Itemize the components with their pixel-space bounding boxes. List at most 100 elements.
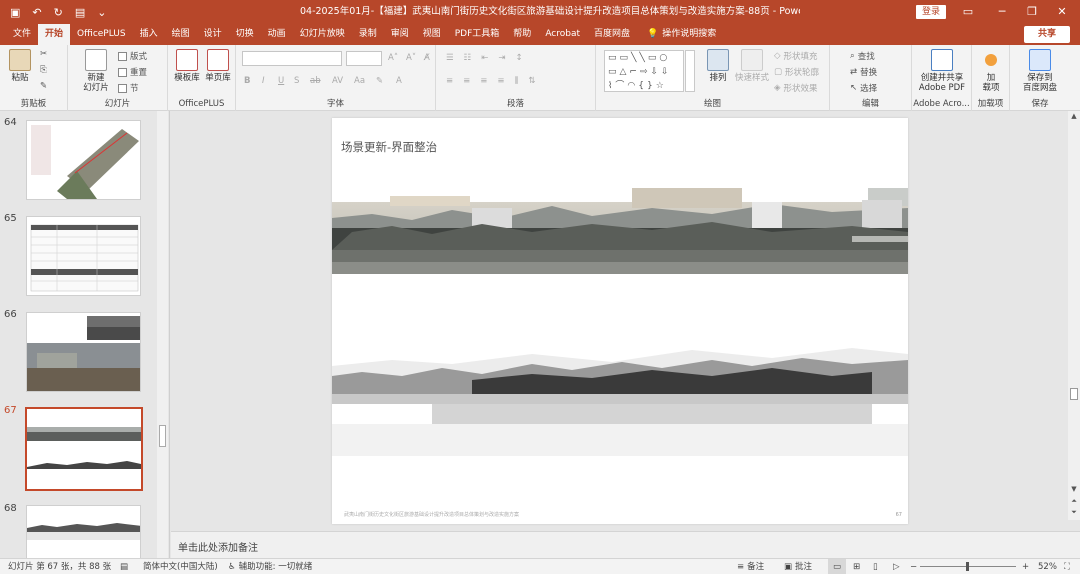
undo-icon[interactable]: ↶: [32, 7, 41, 18]
notes-toggle[interactable]: ≡ 备注: [737, 559, 764, 574]
addins-button[interactable]: 加 载项: [976, 49, 1006, 93]
shape-effects-button[interactable]: ◈ 形状效果: [774, 82, 818, 94]
tab-11[interactable]: 视图: [416, 24, 448, 45]
accessibility-status[interactable]: ♿ 辅助功能: 一切就绪: [228, 559, 312, 574]
bullets-icon[interactable]: ☰: [446, 53, 454, 63]
tab-4[interactable]: 绘图: [165, 24, 197, 45]
zoom-out-icon[interactable]: −: [910, 559, 917, 574]
tab-14[interactable]: Acrobat: [538, 24, 587, 45]
replace-button[interactable]: ⇄ 替换: [850, 66, 877, 78]
template-library-button[interactable]: 模板库: [172, 49, 202, 83]
restore-button[interactable]: ❐: [1018, 0, 1046, 24]
thumbnail-scrollbar[interactable]: [157, 111, 168, 558]
select-button[interactable]: ↖ 选择: [850, 82, 877, 94]
shape-outline-button[interactable]: ▢ 形状轮廓: [774, 66, 819, 78]
notes-pane[interactable]: 单击此处添加备注: [171, 531, 1080, 558]
minimize-button[interactable]: ─: [988, 0, 1016, 24]
slide-thumbnail[interactable]: [26, 505, 141, 558]
char-spacing-icon[interactable]: AV: [332, 76, 343, 86]
customize-qat-icon[interactable]: ⌄: [97, 7, 106, 18]
format-painter-icon[interactable]: ✎: [40, 81, 47, 91]
zoom-level[interactable]: 52%: [1038, 559, 1057, 574]
tab-5[interactable]: 设计: [197, 24, 229, 45]
normal-view-icon[interactable]: ▭: [828, 559, 847, 574]
next-slide-icon[interactable]: ⏷: [1068, 507, 1080, 517]
reset-button[interactable]: 重置: [118, 66, 147, 78]
line-spacing-icon[interactable]: ↕: [516, 53, 523, 63]
redo-icon[interactable]: ↻: [54, 7, 63, 18]
shadow-icon[interactable]: S: [294, 76, 299, 86]
ribbon-display-options-icon[interactable]: ▭: [954, 0, 982, 24]
font-color-icon[interactable]: A: [396, 76, 402, 86]
save-icon[interactable]: ▣: [10, 7, 20, 18]
find-button[interactable]: ⌕ 查找: [850, 50, 875, 62]
cut-icon[interactable]: ✂: [40, 49, 47, 59]
language-indicator[interactable]: 简体中文(中国大陆): [143, 559, 218, 574]
align-center-icon[interactable]: ≡: [463, 76, 470, 86]
font-size-input[interactable]: [346, 51, 382, 66]
editor-scroll-thumb[interactable]: [1070, 388, 1078, 400]
slideshow-icon[interactable]: ▷: [893, 559, 900, 574]
tab-9[interactable]: 录制: [352, 24, 384, 45]
align-right-icon[interactable]: ≡: [480, 76, 487, 86]
zoom-in-icon[interactable]: +: [1022, 559, 1029, 574]
increase-font-icon[interactable]: A˄: [388, 53, 398, 63]
slide-thumbnail[interactable]: [26, 312, 141, 392]
tab-7[interactable]: 动画: [261, 24, 293, 45]
single-page-library-button[interactable]: 单页库: [203, 49, 233, 83]
strikethrough-icon[interactable]: ab: [310, 76, 321, 86]
shapes-gallery-scroll[interactable]: [685, 50, 695, 92]
decrease-font-icon[interactable]: A˅: [406, 53, 416, 63]
quick-styles-button[interactable]: 快速样式: [734, 49, 770, 83]
slide-thumbnail-active[interactable]: [25, 407, 143, 491]
arrange-button[interactable]: 排列: [704, 49, 732, 83]
numbering-icon[interactable]: ☷: [464, 53, 472, 63]
new-slide-button[interactable]: 新建 幻灯片: [76, 49, 116, 93]
italic-icon[interactable]: I: [262, 76, 265, 86]
slide-sorter-icon[interactable]: ⊞: [853, 559, 860, 574]
reading-view-icon[interactable]: ▯: [873, 559, 878, 574]
current-slide[interactable]: 场景更新-界面整治 武夷山南门街历史文化街区旅游基础设计提升改造项目总体策划与改…: [332, 118, 908, 524]
tab-8[interactable]: 幻灯片放映: [293, 24, 352, 45]
justify-icon[interactable]: ≡: [497, 76, 504, 86]
zoom-slider-knob[interactable]: [966, 562, 969, 571]
layout-button[interactable]: 版式: [118, 50, 147, 62]
notes-placeholder[interactable]: 单击此处添加备注: [178, 539, 258, 554]
thumbnail-scroll-thumb[interactable]: [159, 425, 166, 447]
fit-to-window-icon[interactable]: ⛶: [1064, 559, 1070, 574]
tab-1[interactable]: 开始: [38, 24, 71, 45]
previous-slide-icon[interactable]: ⏶: [1068, 496, 1080, 506]
decrease-indent-icon[interactable]: ⇤: [481, 53, 488, 63]
comments-toggle[interactable]: ▣ 批注: [784, 559, 812, 574]
copy-icon[interactable]: ⎘: [40, 65, 47, 75]
shapes-gallery[interactable]: ▭▭╲╲▭○ ▭△⌐⇨⇩⇩ ⌇⌒◠{}☆: [604, 50, 684, 92]
font-name-input[interactable]: [242, 51, 342, 66]
slide-thumbnail[interactable]: [26, 120, 141, 200]
bold-icon[interactable]: B: [244, 76, 250, 86]
spellcheck-icon[interactable]: ▤: [120, 559, 128, 574]
columns-icon[interactable]: ⫼: [515, 76, 519, 86]
change-case-icon[interactable]: Aa: [354, 76, 365, 86]
tab-3[interactable]: 插入: [133, 24, 165, 45]
align-left-icon[interactable]: ≡: [446, 76, 453, 86]
scroll-down-icon[interactable]: ▼: [1068, 484, 1080, 494]
scroll-up-icon[interactable]: ▲: [1068, 111, 1080, 121]
start-from-beginning-icon[interactable]: ▤: [75, 7, 85, 18]
create-share-pdf-button[interactable]: 创建并共享 Adobe PDF: [914, 49, 970, 93]
save-to-baidu-button[interactable]: 保存到 百度网盘: [1014, 49, 1066, 93]
login-button[interactable]: 登录: [916, 5, 946, 19]
highlight-icon[interactable]: ✎: [376, 76, 383, 86]
slide-thumbnail[interactable]: [26, 216, 141, 296]
section-button[interactable]: 节: [118, 82, 139, 94]
slide-title[interactable]: 场景更新-界面整治: [341, 139, 437, 155]
tab-15[interactable]: 百度网盘: [587, 24, 637, 45]
paste-button[interactable]: 粘贴: [6, 49, 34, 83]
tab-13[interactable]: 帮助: [506, 24, 538, 45]
clear-format-icon[interactable]: A̸: [424, 53, 430, 63]
text-direction-icon[interactable]: ⇅: [528, 76, 535, 86]
tab-2[interactable]: OfficePLUS: [70, 24, 133, 45]
tab-10[interactable]: 审阅: [384, 24, 416, 45]
close-button[interactable]: ✕: [1048, 0, 1076, 24]
increase-indent-icon[interactable]: ⇥: [498, 53, 505, 63]
share-button[interactable]: 共享: [1024, 26, 1070, 43]
